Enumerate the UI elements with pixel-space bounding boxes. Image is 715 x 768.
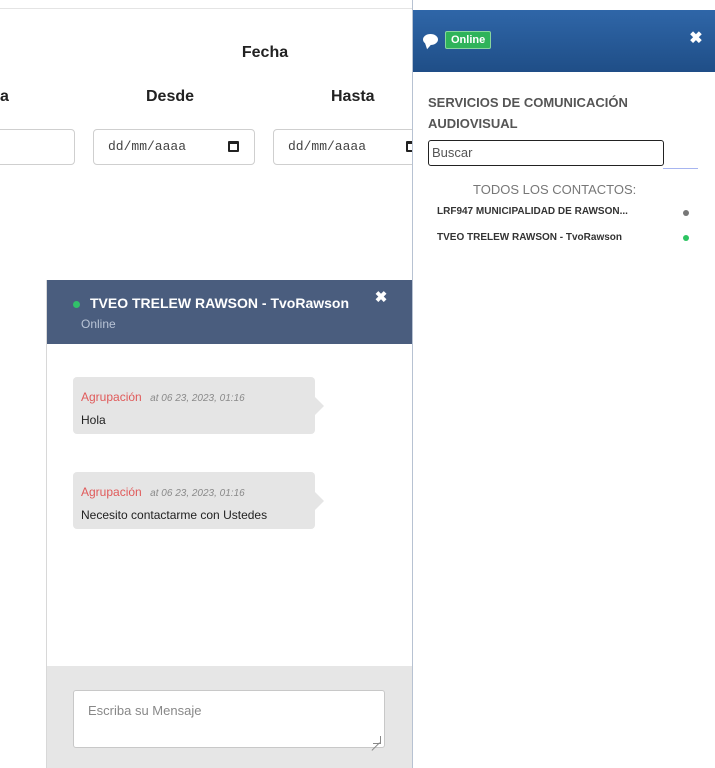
column-label-partial: a	[0, 88, 9, 105]
calendar-icon[interactable]	[228, 141, 239, 152]
desde-date-value: dd/mm/aaaa	[108, 139, 187, 154]
search-placeholder: Buscar	[432, 145, 473, 160]
chat-header: TVEO TRELEW RAWSON - TvoRawson Online ✖	[47, 280, 413, 344]
contacts-panel: Online ✖ SERVICIOS DE COMUNICACIÓN AUDIO…	[412, 0, 715, 768]
message-author: Agrupación	[81, 390, 142, 404]
message-input-placeholder: Escriba su Mensaje	[88, 703, 202, 718]
search-input[interactable]: Buscar	[428, 140, 664, 166]
online-status-dot	[73, 301, 80, 308]
desde-date-input[interactable]: dd/mm/aaaa	[93, 129, 255, 165]
top-divider	[0, 8, 412, 9]
fecha-header: Fecha	[241, 44, 289, 61]
partial-filter-input[interactable]	[0, 129, 75, 165]
desde-label: Desde	[146, 88, 195, 105]
message-text: Hola	[81, 413, 106, 427]
contacts-header: TODOS LOS CONTACTOS:	[473, 182, 637, 197]
status-badge[interactable]: Online	[445, 31, 492, 49]
chat-footer: Escriba su Mensaje	[47, 666, 413, 768]
hasta-date-value: dd/mm/aaaa	[288, 139, 367, 154]
message-time: at 06 23, 2023, 01:16	[150, 488, 245, 499]
search-focus-underline	[663, 168, 698, 169]
hasta-label: Hasta	[331, 88, 375, 105]
message-bubble: Agrupación at 06 23, 2023, 01:16 Necesit…	[73, 472, 324, 529]
chat-title: TVEO TRELEW RAWSON - TvoRawson	[90, 295, 350, 311]
chat-status: Online	[81, 317, 116, 331]
close-icon[interactable]: ✖	[688, 30, 704, 48]
panel-header: Online ✖	[413, 10, 715, 72]
contact-item[interactable]: TVEO TRELEW RAWSON - TvoRawson	[437, 232, 699, 243]
resize-handle-icon[interactable]	[373, 736, 381, 744]
chat-window: TVEO TRELEW RAWSON - TvoRawson Online ✖ …	[46, 280, 413, 768]
offline-status-dot	[683, 210, 689, 216]
message-bubble: Agrupación at 06 23, 2023, 01:16 Hola	[73, 377, 324, 434]
online-status-dot	[683, 235, 689, 241]
chat-bubble-icon	[423, 34, 438, 45]
section-title: SERVICIOS DE COMUNICACIÓN AUDIOVISUAL	[428, 95, 628, 131]
close-icon[interactable]: ✖	[373, 290, 389, 306]
message-time: at 06 23, 2023, 01:16	[150, 393, 245, 404]
message-text: Necesito contactarme con Ustedes	[81, 508, 268, 522]
contact-item[interactable]: LRF947 MUNICIPALIDAD DE RAWSON...	[437, 206, 699, 217]
message-author: Agrupación	[81, 485, 142, 499]
message-input[interactable]: Escriba su Mensaje	[73, 690, 385, 748]
hasta-date-input[interactable]: dd/mm/aaaa	[273, 129, 418, 165]
